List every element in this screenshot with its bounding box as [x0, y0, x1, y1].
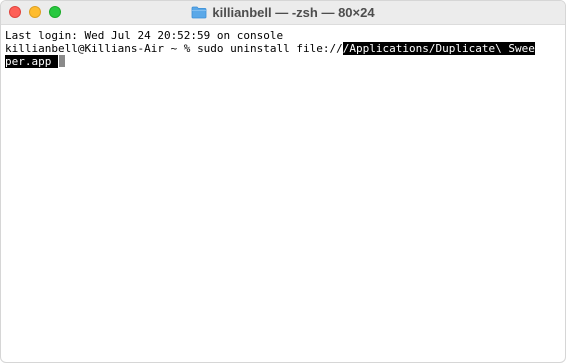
selected-path-part-1[interactable]: /Applications/Duplicate\ Swee: [342, 42, 535, 55]
terminal-window: killianbell — -zsh — 80×24 Last login: W…: [0, 0, 566, 363]
window-title: killianbell — -zsh — 80×24: [212, 5, 375, 20]
block-cursor: [58, 55, 65, 67]
prompt: killianbell@Killians-Air ~ %: [5, 42, 198, 55]
window-title-group: killianbell — -zsh — 80×24: [1, 1, 565, 24]
command-line: killianbell@Killians-Air ~ % sudo uninst…: [5, 42, 565, 55]
command-line-wrap: per.app: [5, 55, 565, 68]
terminal-content[interactable]: Last login: Wed Jul 24 20:52:59 on conso…: [1, 25, 565, 362]
last-login-line: Last login: Wed Jul 24 20:52:59 on conso…: [5, 29, 284, 42]
command-text: sudo uninstall file://: [197, 42, 343, 55]
folder-icon: [191, 6, 207, 19]
title-bar[interactable]: killianbell — -zsh — 80×24: [1, 1, 565, 25]
selected-path-part-2[interactable]: per.app: [5, 55, 58, 68]
